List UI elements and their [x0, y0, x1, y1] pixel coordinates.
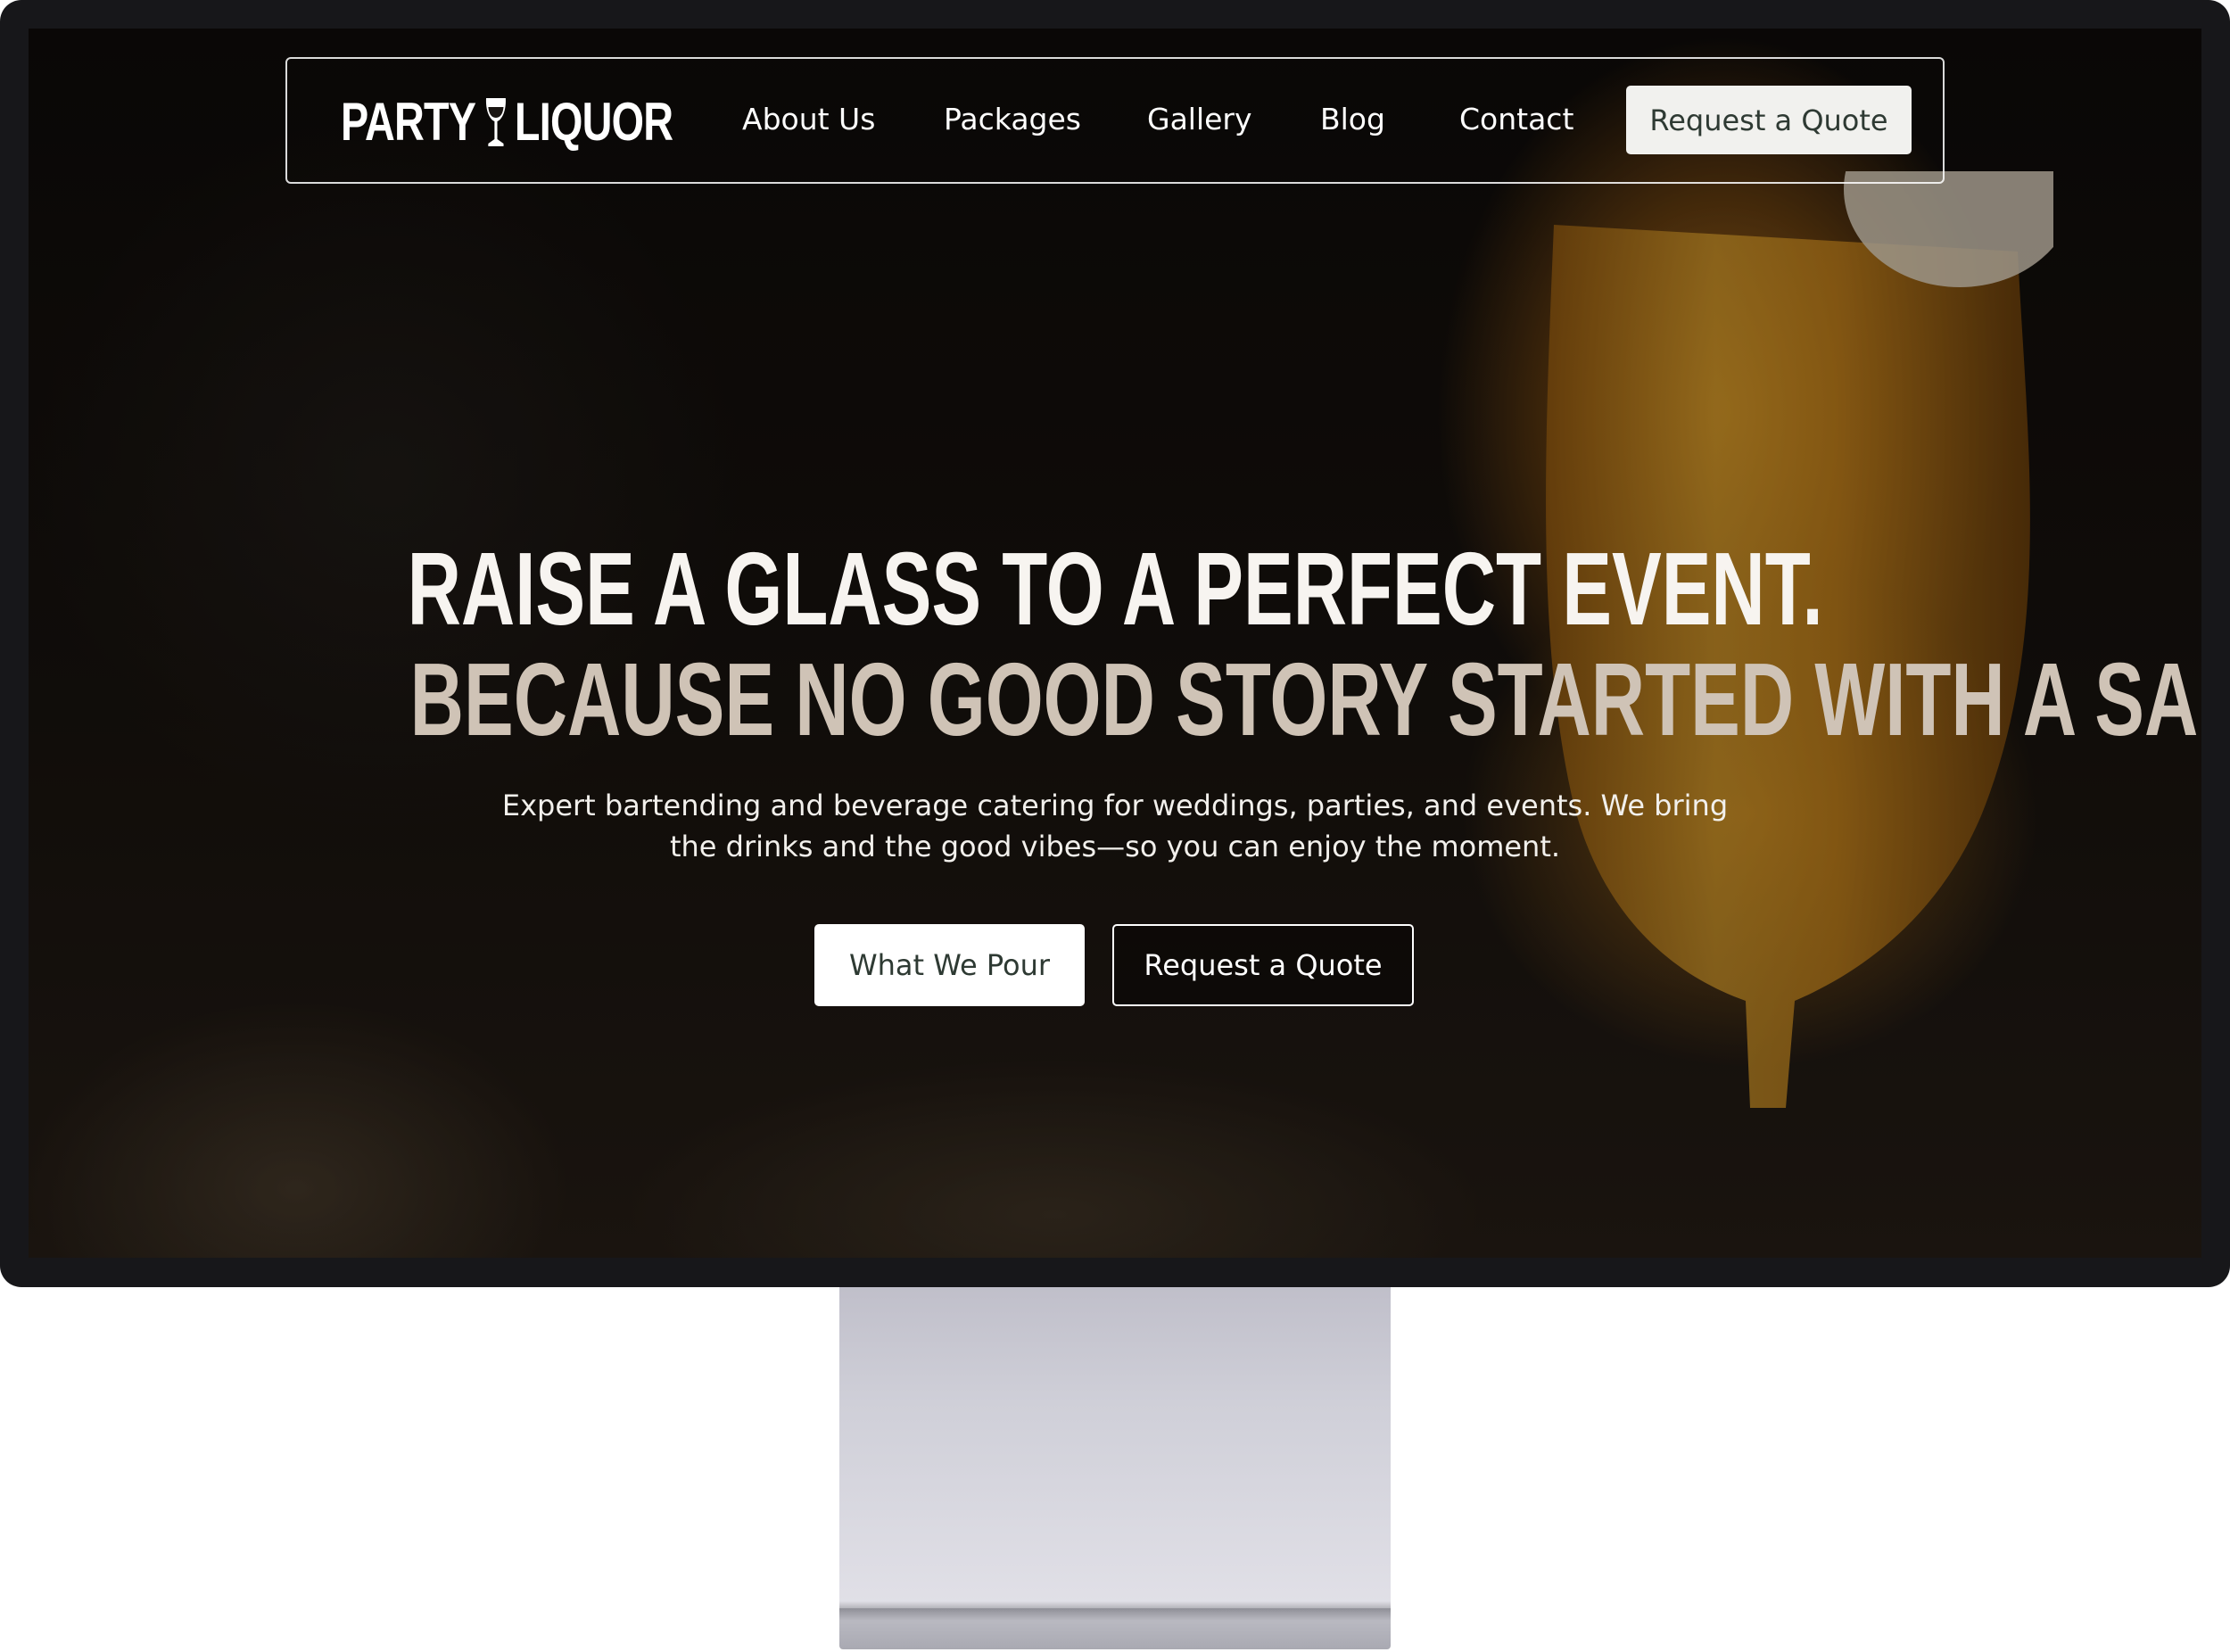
hero-headline-line1-text: RAISE A GLASS TO A PERFECT EVENT.: [407, 531, 1823, 647]
nav-links: About Us Packages Gallery Blog Contact R…: [287, 59, 1943, 182]
nav-request-quote-button[interactable]: Request a Quote: [1626, 86, 1912, 154]
what-we-pour-button[interactable]: What We Pour: [814, 924, 1085, 1006]
website-screen: PARTY LIQUOR About Us Packages Gallery B…: [29, 29, 2201, 1258]
monitor-stand-foot: [839, 1608, 1391, 1649]
nav-about-us[interactable]: About Us: [742, 102, 875, 136]
hero-subtext-line2: the drinks and the good vibes—so you can…: [669, 830, 1561, 863]
nav-packages[interactable]: Packages: [944, 102, 1081, 136]
hero-headline-line2-text: BECAUSE NO GOOD STORY STARTED WITH A SAL…: [409, 641, 2201, 757]
hero-request-quote-button[interactable]: Request a Quote: [1112, 924, 1414, 1006]
nav-contact[interactable]: Contact: [1459, 102, 1573, 136]
hero-headline-line2: BECAUSE NO GOOD STORY STARTED WITH A SAL…: [29, 646, 2201, 753]
hero-subtext-line1: Expert bartending and beverage catering …: [501, 789, 1729, 822]
nav-blog[interactable]: Blog: [1320, 102, 1385, 136]
monitor-stand: [839, 1287, 1391, 1617]
nav-gallery[interactable]: Gallery: [1147, 102, 1252, 136]
monitor-bezel: PARTY LIQUOR About Us Packages Gallery B…: [0, 0, 2230, 1287]
hero-headline-line1: RAISE A GLASS TO A PERFECT EVENT.: [29, 535, 2201, 642]
main-navbar: PARTY LIQUOR About Us Packages Gallery B…: [285, 57, 1945, 184]
hero-subtext: Expert bartending and beverage catering …: [29, 785, 2201, 867]
